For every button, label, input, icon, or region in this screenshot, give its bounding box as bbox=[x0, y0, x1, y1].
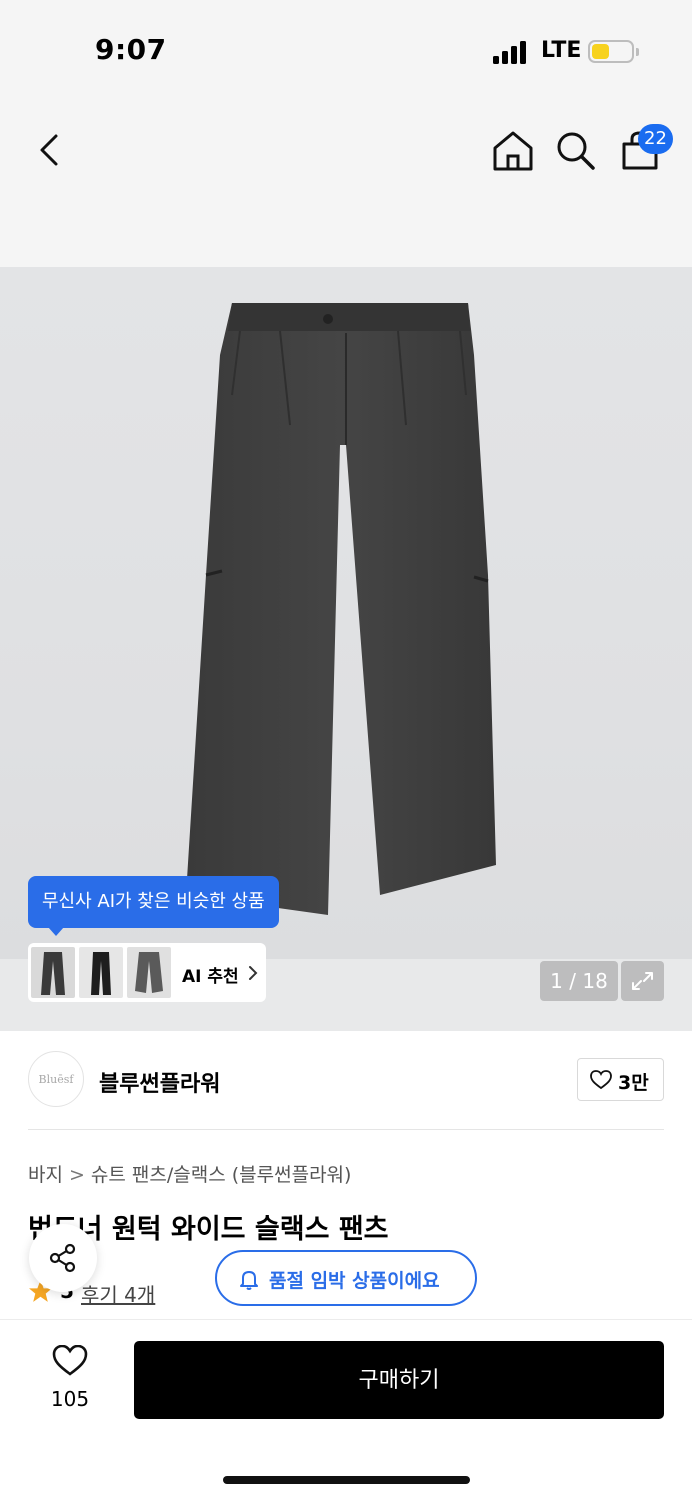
share-icon bbox=[49, 1243, 76, 1273]
heart-icon bbox=[590, 1070, 612, 1090]
buy-button[interactable]: 구매하기 bbox=[134, 1341, 664, 1419]
cart-count-badge: 22 bbox=[638, 124, 673, 154]
ai-thumbnail[interactable] bbox=[31, 947, 75, 998]
status-time: 9:07 bbox=[95, 33, 167, 66]
ai-recommend-button[interactable]: AI 추천 bbox=[28, 943, 266, 1002]
chevron-right-icon bbox=[249, 966, 258, 980]
soldout-notice: 품절 임박 상품이에요 bbox=[215, 1250, 477, 1306]
share-button[interactable] bbox=[29, 1224, 97, 1292]
reviews-link[interactable]: 후기 4개 bbox=[81, 1279, 155, 1308]
home-indicator bbox=[223, 1476, 470, 1484]
breadcrumb-item[interactable]: 슈트 팬츠/슬랙스 (블루썬플라워) bbox=[91, 1160, 352, 1187]
ai-recommend-label: AI 추천 bbox=[182, 967, 239, 987]
search-icon bbox=[557, 132, 595, 170]
product-image bbox=[186, 303, 496, 915]
expand-image-button[interactable] bbox=[621, 961, 664, 1001]
brand-like-count: 3만 bbox=[618, 1072, 649, 1094]
back-button[interactable] bbox=[30, 128, 70, 172]
brand-like-button[interactable]: 3만 bbox=[577, 1058, 664, 1101]
home-icon bbox=[493, 131, 533, 171]
signal-icon bbox=[493, 40, 529, 64]
wishlist-button[interactable]: 105 bbox=[40, 1345, 100, 1415]
home-button[interactable] bbox=[490, 128, 536, 174]
ai-similar-tooltip: 무신사 AI가 찾은 비슷한 상품 bbox=[28, 876, 279, 936]
expand-icon bbox=[632, 972, 653, 990]
battery-icon bbox=[588, 40, 639, 63]
search-button[interactable] bbox=[553, 128, 599, 174]
breadcrumb: 바지 > 슈트 팬츠/슬랙스 (블루썬플라워) bbox=[28, 1160, 351, 1187]
breadcrumb-item[interactable]: 바지 bbox=[28, 1160, 63, 1187]
image-counter: 1 / 18 bbox=[540, 961, 618, 1001]
soldout-text: 품절 임박 상품이에요 bbox=[269, 1270, 440, 1292]
top-nav bbox=[0, 100, 692, 267]
divider bbox=[28, 1129, 664, 1130]
wishlist-count: 105 bbox=[50, 1387, 90, 1411]
breadcrumb-separator-icon: > bbox=[68, 1164, 85, 1186]
ai-thumbnail[interactable] bbox=[127, 947, 171, 998]
chevron-left-icon bbox=[40, 134, 58, 166]
ai-thumbnail[interactable] bbox=[79, 947, 123, 998]
brand-logo[interactable]: Bluēsf bbox=[28, 1051, 84, 1107]
network-label: LTE bbox=[541, 38, 582, 63]
brand-name[interactable]: 블루썬플라워 bbox=[99, 1066, 220, 1098]
bell-icon bbox=[240, 1271, 258, 1290]
status-bar: 9:07 LTE bbox=[0, 0, 692, 100]
heart-icon bbox=[52, 1345, 88, 1376]
